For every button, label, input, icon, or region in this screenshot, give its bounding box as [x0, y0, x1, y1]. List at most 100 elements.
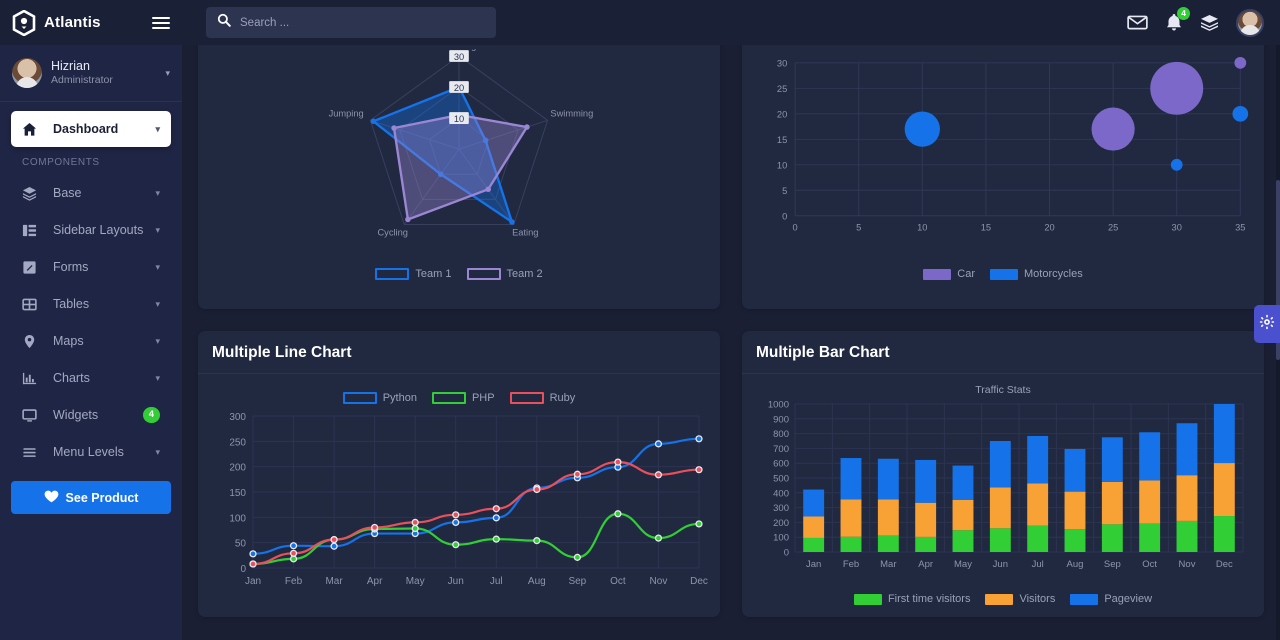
- bar-chart[interactable]: 0 100 200 300 400 500 600 700 800 900 1000 Jan Feb Ma…: [750, 396, 1256, 586]
- chevron-down-icon[interactable]: ▾: [155, 225, 160, 236]
- see-product-button[interactable]: See Product: [11, 481, 171, 514]
- svg-text:Sep: Sep: [568, 576, 586, 587]
- search-box[interactable]: [206, 7, 496, 38]
- chevron-down-icon[interactable]: ▾: [155, 336, 160, 347]
- sidebar-layout-icon: [22, 223, 41, 238]
- line-legend: Python PHP Ruby: [206, 392, 712, 404]
- legend-item-python[interactable]: Python: [342, 392, 417, 404]
- line-chart-card: Multiple Line Chart Python PHP Ruby 0 50…: [198, 331, 720, 617]
- legend-item-first-time-visitors[interactable]: First time visitors: [853, 593, 971, 605]
- gear-icon: [1259, 314, 1275, 335]
- bell-icon[interactable]: 4: [1165, 7, 1190, 32]
- svg-text:0: 0: [793, 223, 798, 233]
- legend-label: Motorcycles: [1024, 268, 1083, 280]
- settings-toggle-button[interactable]: [1254, 305, 1280, 343]
- legend-item-car[interactable]: Car: [923, 268, 975, 280]
- chevron-down-icon[interactable]: ▾: [155, 124, 160, 135]
- radar-legend: Team 1 Team 2: [206, 268, 712, 280]
- legend-label: First time visitors: [887, 593, 971, 605]
- bubble-chart[interactable]: 0 5 10 15 20 25 30 0 5 10 15 20 25 30 35: [750, 49, 1256, 261]
- sidebar: Atlantis Hizrian Administrator ▾ Dashboa…: [0, 0, 182, 640]
- chevron-down-icon[interactable]: ▾: [155, 447, 160, 458]
- legend-item-motorcycles[interactable]: Motorcycles: [990, 268, 1083, 280]
- legend-item-php[interactable]: PHP: [431, 392, 495, 404]
- bar-legend: First time visitors Visitors Pageview: [750, 593, 1256, 605]
- svg-text:200: 200: [773, 518, 789, 529]
- sidebar-item-widgets[interactable]: Widgets 4: [11, 397, 171, 433]
- layers-icon[interactable]: [1200, 14, 1219, 31]
- svg-text:15: 15: [777, 135, 787, 145]
- svg-text:Apr: Apr: [918, 559, 933, 570]
- sidebar-nav: Dashboard ▾ COMPONENTS Base ▾ Sidebar La…: [0, 102, 182, 514]
- avatar[interactable]: [1236, 8, 1264, 37]
- legend-item-visitors[interactable]: Visitors: [985, 593, 1055, 605]
- svg-text:10: 10: [454, 114, 464, 124]
- svg-text:Mar: Mar: [880, 559, 896, 570]
- notification-count-badge: 4: [1177, 7, 1190, 21]
- legend-label: Team 1: [415, 268, 452, 280]
- svg-text:Oct: Oct: [610, 576, 626, 587]
- legend-item-pageview[interactable]: Pageview: [1070, 593, 1152, 605]
- svg-text:Apr: Apr: [367, 576, 383, 587]
- legend-item-team2[interactable]: Team 2: [466, 268, 543, 280]
- layers-icon: [22, 186, 41, 201]
- bubble-chart-body: 0 5 10 15 20 25 30 0 5 10 15 20 25 30 35 Car Motorcycl…: [742, 43, 1264, 288]
- svg-text:Jun: Jun: [993, 559, 1008, 570]
- bar-chart-header: Multiple Bar Chart: [742, 331, 1264, 374]
- hamburger-menu-icon[interactable]: [152, 14, 170, 32]
- sidebar-item-label: Widgets: [53, 408, 99, 422]
- legend-item-team1[interactable]: Team 1: [375, 268, 452, 280]
- legend-label: PHP: [471, 392, 495, 404]
- line-chart[interactable]: 0 50 100 150 200 250 300 Jan Feb Mar Apr May Jun Jul A…: [206, 406, 712, 604]
- sidebar-item-maps[interactable]: Maps ▾: [11, 323, 171, 359]
- sidebar-item-label: Base: [53, 186, 82, 200]
- svg-text:200: 200: [229, 463, 246, 474]
- sidebar-item-charts[interactable]: Charts ▾: [11, 360, 171, 396]
- bar-chart-card: Multiple Bar Chart Traffic Stats 0 100 200…: [742, 331, 1264, 617]
- svg-text:50: 50: [235, 539, 247, 550]
- svg-text:150: 150: [229, 488, 246, 499]
- svg-text:Aug: Aug: [1067, 559, 1084, 570]
- sidebar-item-forms[interactable]: Forms ▾: [11, 249, 171, 285]
- legend-label: Ruby: [549, 392, 576, 404]
- legend-item-ruby[interactable]: Ruby: [509, 392, 576, 404]
- sidebar-item-sidebar-layouts[interactable]: Sidebar Layouts ▾: [11, 212, 171, 248]
- radar-chart[interactable]: RunningSwimmingEatingCyclingJumping30201…: [206, 41, 712, 261]
- chevron-down-icon[interactable]: ▾: [155, 299, 160, 310]
- search-input[interactable]: [240, 16, 485, 29]
- legend-swatch: [342, 392, 377, 404]
- main-content: RunningSwimmingEatingCyclingJumping30201…: [182, 37, 1280, 640]
- svg-text:May: May: [954, 559, 972, 570]
- svg-text:Jan: Jan: [245, 576, 261, 587]
- svg-text:Eating: Eating: [512, 228, 538, 238]
- svg-text:Swimming: Swimming: [550, 109, 593, 119]
- sidebar-user-profile[interactable]: Hizrian Administrator ▾: [0, 45, 182, 102]
- chevron-down-icon[interactable]: ▾: [155, 373, 160, 384]
- sidebar-item-label: Forms: [53, 260, 89, 274]
- page-title: Multiple Line Chart: [212, 344, 352, 361]
- sidebar-item-label: Menu Levels: [53, 445, 124, 459]
- svg-text:Nov: Nov: [1179, 559, 1196, 570]
- svg-text:5: 5: [856, 223, 861, 233]
- see-product-label: See Product: [65, 490, 139, 505]
- charts-row-bottom: Multiple Line Chart Python PHP Ruby 0 50…: [198, 331, 1264, 617]
- svg-text:Jul: Jul: [1032, 559, 1044, 570]
- svg-text:Jan: Jan: [806, 559, 821, 570]
- sidebar-item-dashboard[interactable]: Dashboard ▾: [11, 111, 171, 147]
- envelope-icon[interactable]: [1127, 15, 1148, 30]
- chevron-down-icon[interactable]: ▾: [155, 188, 160, 199]
- sidebar-item-base[interactable]: Base ▾: [11, 175, 171, 211]
- legend-swatch: [853, 593, 882, 605]
- sidebar-item-tables[interactable]: Tables ▾: [11, 286, 171, 322]
- svg-text:0: 0: [784, 548, 789, 559]
- svg-text:30: 30: [454, 52, 464, 62]
- topbar: 4: [182, 0, 1280, 45]
- svg-text:10: 10: [917, 223, 927, 233]
- chevron-down-icon[interactable]: ▾: [165, 68, 170, 79]
- svg-text:25: 25: [777, 84, 787, 94]
- sidebar-item-label: Sidebar Layouts: [53, 223, 144, 237]
- chevron-down-icon[interactable]: ▾: [155, 262, 160, 273]
- heart-icon: [44, 490, 59, 506]
- svg-text:20: 20: [1044, 223, 1054, 233]
- sidebar-item-menu-levels[interactable]: Menu Levels ▾: [11, 434, 171, 470]
